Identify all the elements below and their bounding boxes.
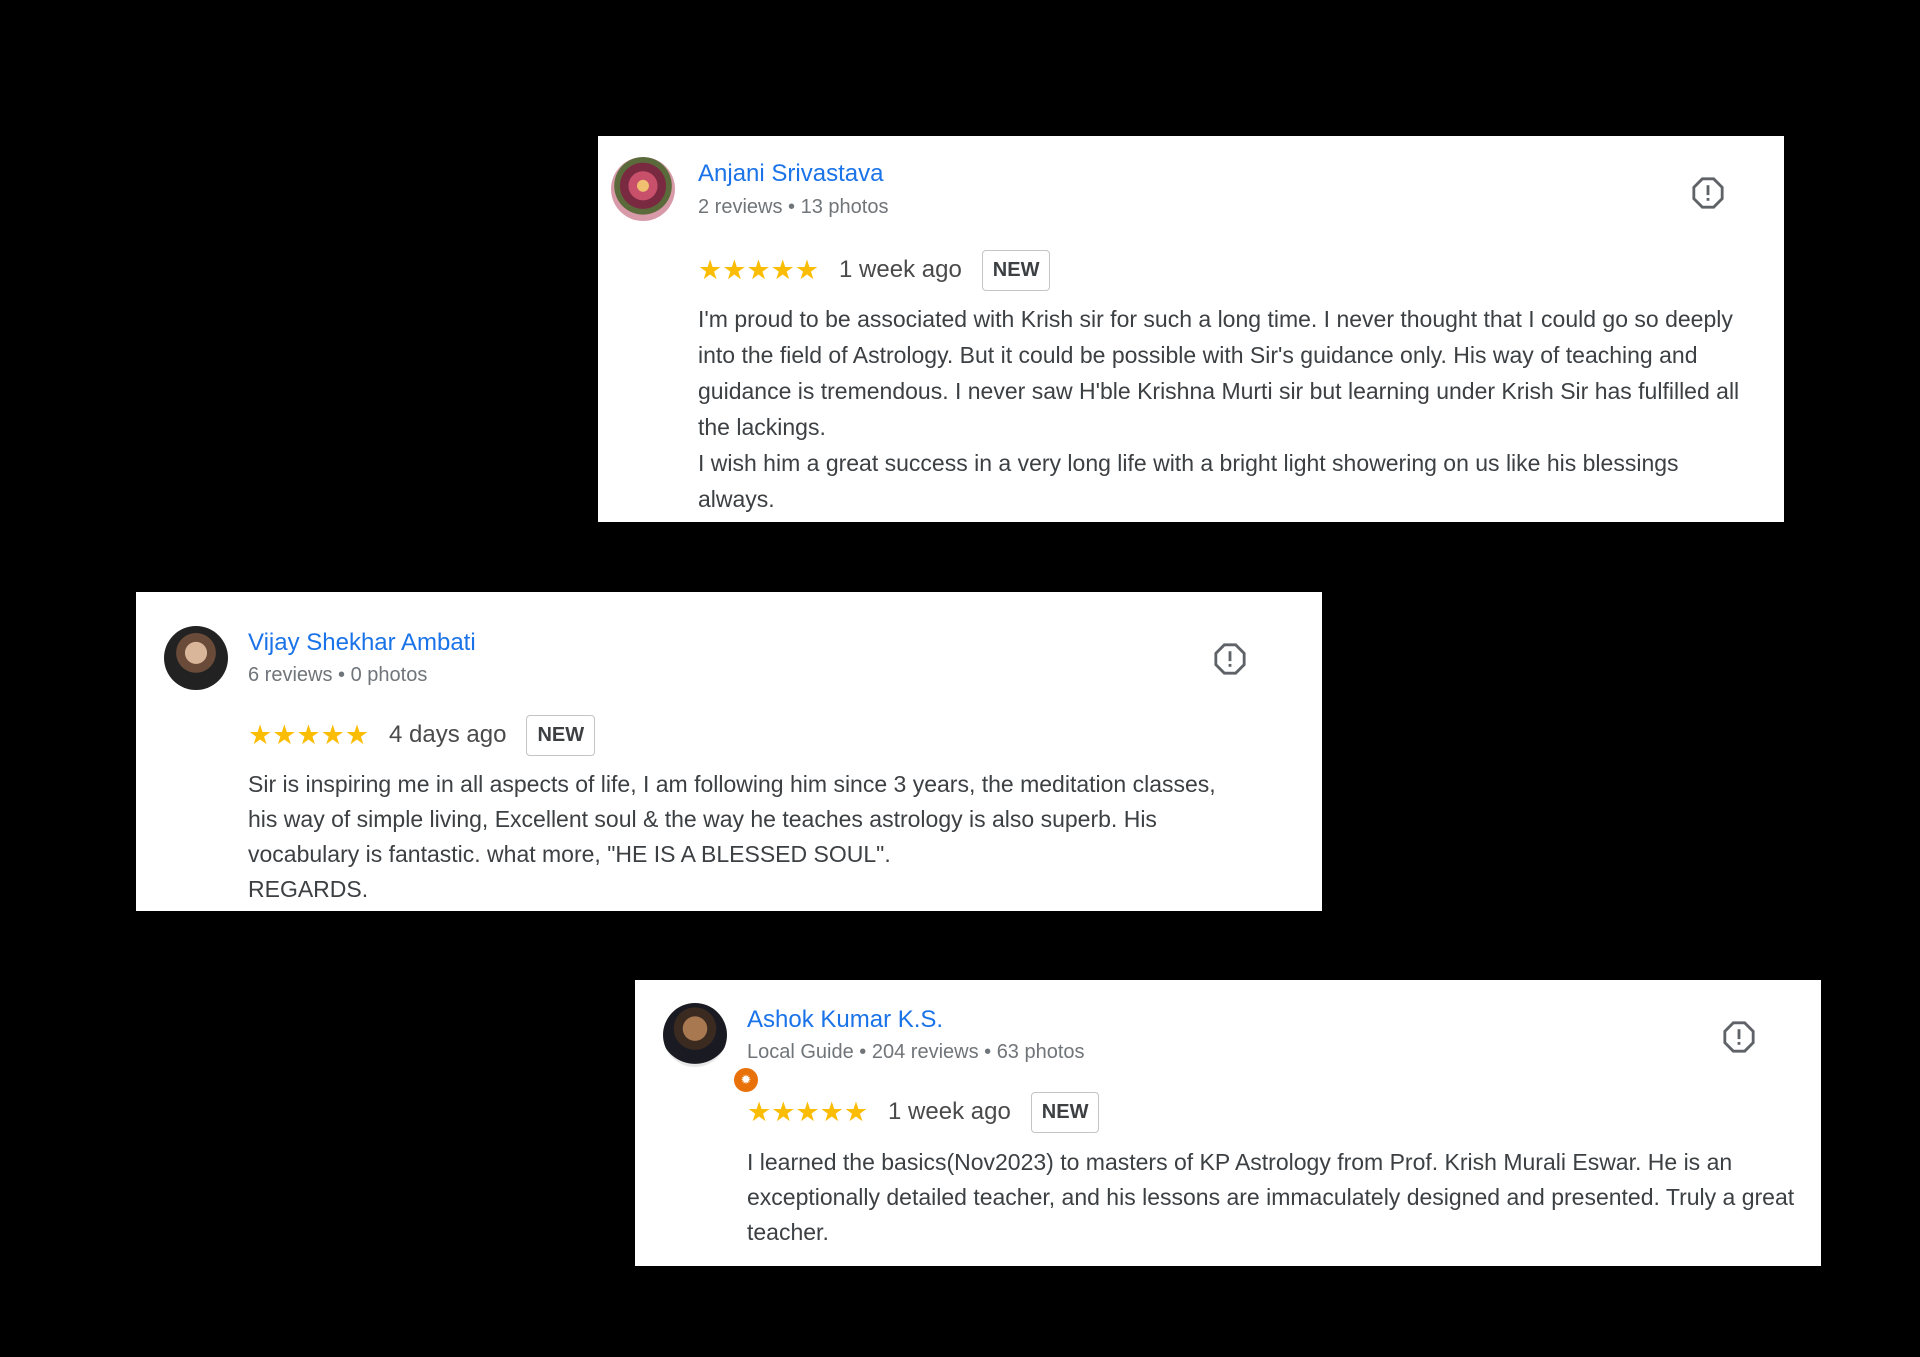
reviewer-name[interactable]: Ashok Kumar K.S. bbox=[747, 1006, 943, 1034]
avatar[interactable]: ✹ bbox=[663, 1003, 760, 1094]
review-card: Anjani Srivastava 2 reviews • 13 photos … bbox=[598, 136, 1784, 522]
reviewer-name[interactable]: Vijay Shekhar Ambati bbox=[248, 629, 476, 657]
reviewer-meta: Local Guide • 204 reviews • 63 photos bbox=[747, 1041, 1085, 1063]
review-card: ✹ Ashok Kumar K.S. Local Guide • 204 rev… bbox=[635, 980, 1821, 1266]
rating-row: ★★★★★ 1 week ago NEW bbox=[698, 248, 1051, 292]
review-text: Sir is inspiring me in all aspects of li… bbox=[248, 771, 1216, 902]
review-text: I learned the basics(Nov2023) to masters… bbox=[747, 1149, 1795, 1245]
avatar[interactable] bbox=[611, 157, 675, 221]
reviewer-name[interactable]: Anjani Srivastava bbox=[698, 160, 883, 188]
star-rating: ★★★★★ bbox=[698, 254, 820, 286]
review-card: Vijay Shekhar Ambati 6 reviews • 0 photo… bbox=[136, 592, 1322, 911]
review-time: 1 week ago bbox=[888, 1098, 1011, 1125]
reviewer-meta: 6 reviews • 0 photos bbox=[248, 664, 428, 686]
rating-row: ★★★★★ 4 days ago NEW bbox=[248, 713, 596, 757]
review-text: I'm proud to be associated with Krish si… bbox=[698, 306, 1740, 512]
star-rating: ★★★★★ bbox=[747, 1096, 869, 1128]
review-time: 1 week ago bbox=[839, 256, 962, 283]
avatar[interactable] bbox=[164, 626, 228, 690]
rating-row: ★★★★★ 1 week ago NEW bbox=[747, 1090, 1100, 1134]
report-icon[interactable] bbox=[1691, 176, 1725, 210]
star-rating: ★★★★★ bbox=[248, 719, 370, 751]
review-time: 4 days ago bbox=[389, 721, 507, 748]
new-badge: NEW bbox=[981, 249, 1051, 291]
new-badge: NEW bbox=[526, 714, 596, 756]
reviewer-meta: 2 reviews • 13 photos bbox=[698, 196, 889, 218]
report-icon[interactable] bbox=[1213, 642, 1247, 676]
new-badge: NEW bbox=[1030, 1091, 1100, 1133]
report-icon[interactable] bbox=[1722, 1020, 1756, 1054]
